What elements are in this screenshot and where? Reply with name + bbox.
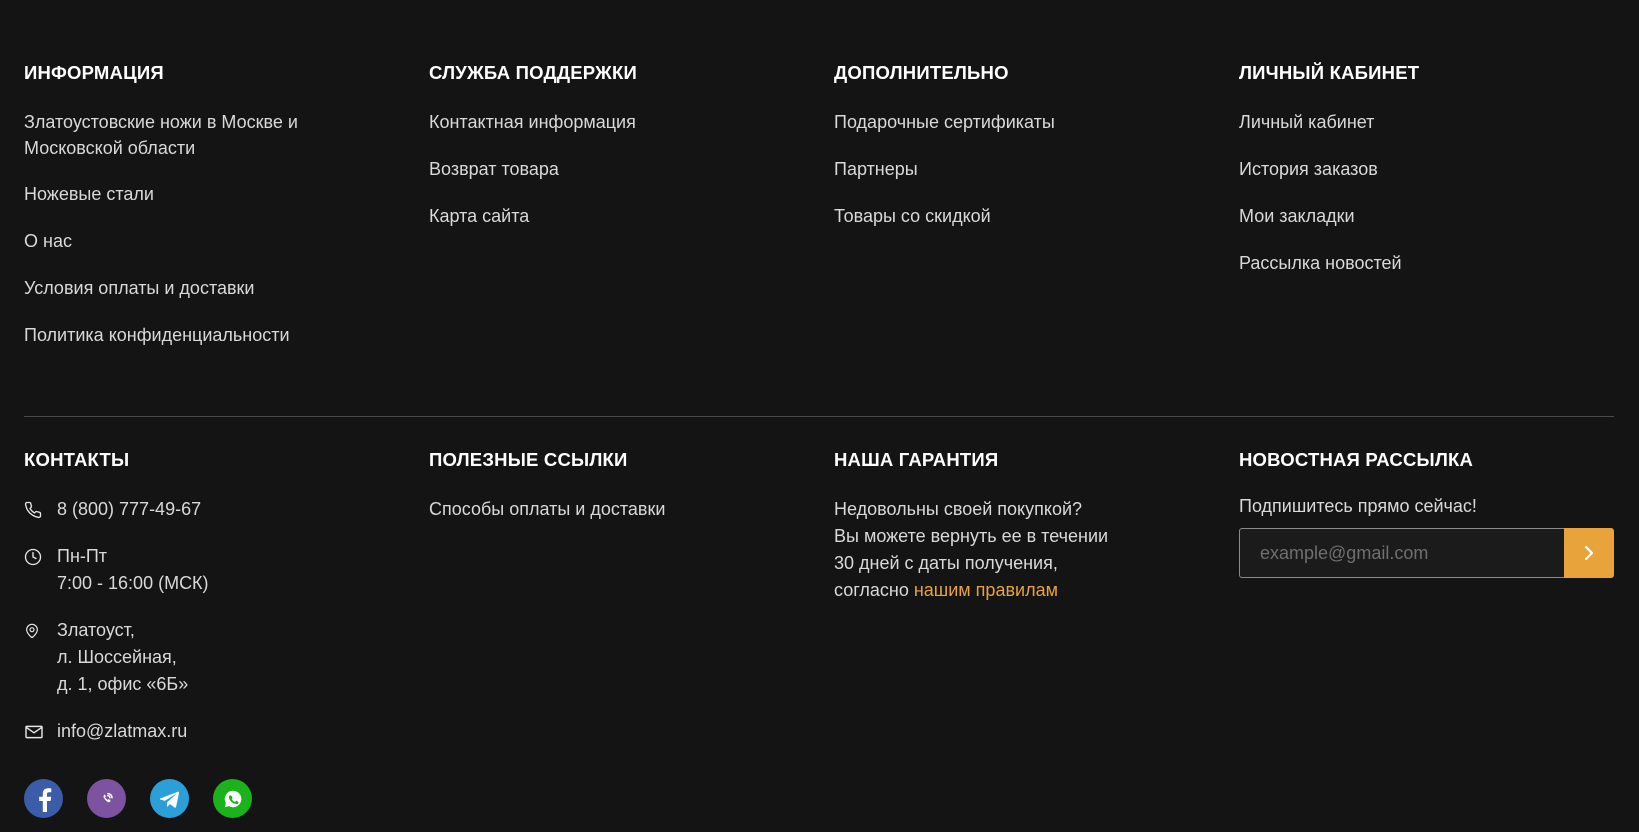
clock-icon [24, 543, 44, 570]
column-heading: СЛУЖБА ПОДДЕРЖКИ [429, 62, 637, 83]
guarantee-line: Вы можете вернуть ее в течении [834, 526, 1109, 546]
link-contact-info[interactable]: Контактная информация [429, 112, 636, 132]
list-item: Подарочные сертификаты [834, 109, 1239, 136]
chevron-right-icon [1583, 545, 1595, 561]
guarantee-line: Недовольны своей покупкой? [834, 499, 1083, 519]
column-heading: ПОЛЕЗНЫЕ ССЫЛКИ [429, 449, 628, 470]
phone-link[interactable]: 8 (800) 777-49-67 [57, 499, 201, 519]
column-contacts: КОНТАКТЫ 8 (800) 777-49-67 Пн-Пт 7:00 - … [24, 447, 429, 765]
link-list: Контактная информация Возврат товара Кар… [429, 109, 834, 230]
mail-icon [24, 718, 44, 745]
newsletter-email-input[interactable] [1239, 528, 1564, 578]
whatsapp-icon[interactable] [213, 779, 252, 818]
footer-divider [24, 416, 1614, 417]
email-link[interactable]: info@zlatmax.ru [57, 721, 187, 741]
column-heading: НОВОСТНАЯ РАССЫЛКА [1239, 449, 1474, 470]
link-account[interactable]: Личный кабинет [1239, 112, 1374, 132]
guarantee-line: согласно нашим правилам [834, 577, 1239, 604]
newsletter-text: Подпишитесь прямо сейчас! [1239, 496, 1477, 516]
link-payment-methods[interactable]: Способы оплаты и доставки [429, 499, 665, 519]
guarantee-prefix: согласно [834, 580, 914, 600]
link-returns[interactable]: Возврат товара [429, 159, 559, 179]
guarantee-text: Недовольны своей покупкой? Вы можете вер… [834, 496, 1239, 604]
column-account: ЛИЧНЫЙ КАБИНЕТ Личный кабинет История за… [1239, 60, 1614, 369]
list-item: Мои закладки [1239, 203, 1614, 230]
address-line: д. 1, офис «6Б» [57, 674, 189, 694]
address-line: л. Шоссейная, [57, 647, 177, 667]
viber-icon[interactable] [87, 779, 126, 818]
column-heading: ИНФОРМАЦИЯ [24, 62, 164, 83]
column-information: ИНФОРМАЦИЯ Златоустовские ножи в Москве … [24, 60, 429, 369]
link-sitemap[interactable]: Карта сайта [429, 206, 529, 226]
column-useful-links: ПОЛЕЗНЫЕ ССЫЛКИ Способы оплаты и доставк… [429, 447, 834, 765]
link-partners[interactable]: Партнеры [834, 159, 918, 179]
list-item: История заказов [1239, 156, 1614, 183]
hours-time: 7:00 - 16:00 (МСК) [57, 573, 209, 593]
link-list: Подарочные сертификаты Партнеры Товары с… [834, 109, 1239, 230]
list-item: Рассылка новостей [1239, 250, 1614, 277]
list-item: Златоустовские ножи в Москве и Московско… [24, 109, 354, 161]
list-item: Личный кабинет [1239, 109, 1614, 136]
column-heading: НАША ГАРАНТИЯ [834, 449, 999, 470]
list-item: Способы оплаты и доставки [429, 496, 834, 523]
link-order-history[interactable]: История заказов [1239, 159, 1378, 179]
newsletter-form [1239, 528, 1614, 578]
telegram-icon[interactable] [150, 779, 189, 818]
link-list: Личный кабинет История заказов Мои закла… [1239, 109, 1614, 277]
list-item: Товары со скидкой [834, 203, 1239, 230]
contact-phone: 8 (800) 777-49-67 [24, 496, 429, 523]
contact-address: Златоуст, л. Шоссейная, д. 1, офис «6Б» [24, 617, 429, 698]
link-discounts[interactable]: Товары со скидкой [834, 206, 991, 226]
list-item: Ножевые стали [24, 181, 429, 208]
subscribe-button[interactable] [1564, 528, 1614, 578]
link-newsletter[interactable]: Рассылка новостей [1239, 253, 1402, 273]
link-gift-certificates[interactable]: Подарочные сертификаты [834, 112, 1055, 132]
link-about[interactable]: О нас [24, 231, 72, 251]
hours-days: Пн-Пт [57, 546, 108, 566]
contact-email: info@zlatmax.ru [24, 718, 429, 745]
column-heading: ДОПОЛНИТЕЛЬНО [834, 62, 1009, 83]
list-item: Карта сайта [429, 203, 834, 230]
guarantee-line: 30 дней с даты получения, [834, 553, 1058, 573]
list-item: О нас [24, 228, 429, 255]
list-item: Партнеры [834, 156, 1239, 183]
column-heading: ЛИЧНЫЙ КАБИНЕТ [1239, 62, 1420, 83]
column-extras: ДОПОЛНИТЕЛЬНО Подарочные сертификаты Пар… [834, 60, 1239, 369]
link-bookmarks[interactable]: Мои закладки [1239, 206, 1355, 226]
link-privacy-policy[interactable]: Политика конфиденциальности [24, 325, 290, 345]
list-item: Политика конфиденциальности [24, 322, 429, 349]
facebook-icon[interactable] [24, 779, 63, 818]
list-item: Возврат товара [429, 156, 834, 183]
link-knives-moscow[interactable]: Златоустовские ножи в Москве и Московско… [24, 112, 298, 158]
link-knife-steels[interactable]: Ножевые стали [24, 184, 154, 204]
link-payment-delivery[interactable]: Условия оплаты и доставки [24, 278, 254, 298]
footer-links-row: ИНФОРМАЦИЯ Златоустовские ножи в Москве … [24, 60, 1614, 369]
address-line: Златоуст, [57, 620, 135, 640]
rules-link[interactable]: нашим правилам [914, 580, 1058, 600]
link-list: Златоустовские ножи в Москве и Московско… [24, 109, 429, 349]
footer-info-row: КОНТАКТЫ 8 (800) 777-49-67 Пн-Пт 7:00 - … [24, 447, 1614, 765]
link-list: Способы оплаты и доставки [429, 496, 834, 523]
map-pin-icon [24, 617, 44, 644]
column-heading: КОНТАКТЫ [24, 449, 130, 470]
column-newsletter: НОВОСТНАЯ РАССЫЛКА Подпишитесь прямо сей… [1239, 447, 1614, 765]
phone-icon [24, 496, 44, 523]
list-item: Условия оплаты и доставки [24, 275, 429, 302]
column-support: СЛУЖБА ПОДДЕРЖКИ Контактная информация В… [429, 60, 834, 369]
contact-hours: Пн-Пт 7:00 - 16:00 (МСК) [24, 543, 429, 597]
social-links [24, 779, 252, 818]
column-guarantee: НАША ГАРАНТИЯ Недовольны своей покупкой?… [834, 447, 1239, 765]
list-item: Контактная информация [429, 109, 834, 136]
